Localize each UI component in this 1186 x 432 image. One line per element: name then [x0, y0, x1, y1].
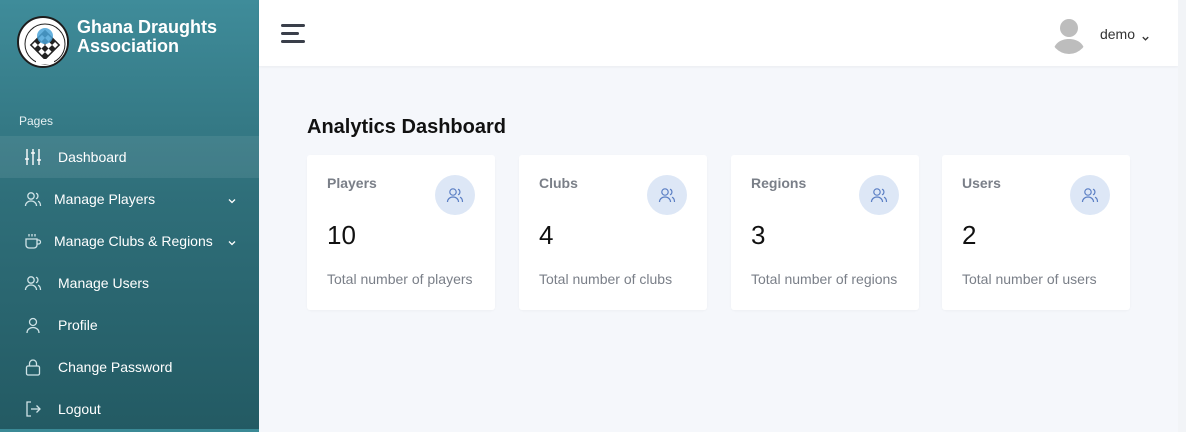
- user-name: demo: [1099, 26, 1135, 42]
- page-title-bold: Analytics: [307, 116, 396, 138]
- sidebar-item-label: Manage Clubs & Regions: [54, 233, 213, 249]
- sidebar-item-manage-users[interactable]: Manage Users: [0, 262, 259, 304]
- menu-toggle-icon[interactable]: [281, 24, 305, 44]
- brand[interactable]: Ghana Draughts Association: [17, 16, 217, 68]
- page-title-rest: Dashboard: [401, 116, 506, 138]
- brand-name-line2: Association: [77, 36, 180, 56]
- card-value: 3: [751, 220, 766, 250]
- sidebar-item-label: Manage Users: [58, 275, 150, 291]
- sidebar-item-label: Change Password: [58, 359, 173, 375]
- stat-card-regions: Regions 3 Total number of regions: [731, 155, 919, 310]
- card-title: Players: [327, 175, 377, 191]
- users-icon: [435, 175, 475, 215]
- card-value: 10: [327, 220, 356, 250]
- sidebar-item-manage-players[interactable]: Manage Players: [0, 178, 259, 220]
- card-description: Total number of users: [962, 271, 1097, 287]
- card-value: 2: [962, 220, 977, 250]
- card-title: Users: [962, 175, 1001, 191]
- sidebar-item-dashboard[interactable]: Dashboard: [0, 136, 259, 178]
- sidebar-item-label: Profile: [58, 317, 98, 333]
- stat-card-users: Users 2 Total number of users: [942, 155, 1130, 310]
- sidebar-item-profile[interactable]: Profile: [0, 304, 259, 346]
- chevron-down-icon: [227, 193, 237, 204]
- sidebar-item-label: Manage Players: [54, 191, 156, 207]
- association-logo: [17, 16, 69, 68]
- logout-icon: [24, 400, 42, 418]
- sidebar: Ghana Draughts Association Pages Dashboa…: [0, 0, 259, 432]
- sidebar-item-manage-clubs-regions[interactable]: Manage Clubs & Regions: [0, 220, 259, 262]
- users-icon: [859, 175, 899, 215]
- sidebar-item-label: Logout: [58, 401, 101, 417]
- sliders-icon: [24, 148, 42, 166]
- sidebar-nav: Dashboard Manage Players Manage Clubs & …: [0, 136, 259, 430]
- chevron-down-icon: [227, 235, 237, 246]
- card-title: Clubs: [539, 175, 578, 191]
- stat-card-clubs: Clubs 4 Total number of clubs: [519, 155, 707, 310]
- card-description: Total number of regions: [751, 271, 898, 287]
- card-title: Regions: [751, 175, 807, 191]
- section-label-pages: Pages: [19, 114, 54, 128]
- card-value: 4: [539, 220, 554, 250]
- users-icon: [24, 274, 42, 292]
- users-icon: [647, 175, 687, 215]
- scroll-gutter: [1178, 0, 1186, 432]
- page-title: Analytics Dashboard: [307, 116, 506, 139]
- users-icon: [24, 190, 42, 208]
- avatar: [1049, 14, 1088, 54]
- coffee-icon: [24, 232, 42, 250]
- card-description: Total number of players: [327, 271, 473, 287]
- user-menu[interactable]: demo: [1049, 14, 1150, 54]
- card-description: Total number of clubs: [539, 271, 673, 287]
- users-icon: [1070, 175, 1110, 215]
- lock-icon: [24, 358, 42, 376]
- chevron-down-icon: [1141, 30, 1150, 41]
- user-icon: [24, 316, 42, 334]
- top-header: demo: [259, 0, 1178, 66]
- sidebar-item-logout[interactable]: Logout: [0, 388, 259, 430]
- brand-name-line1: Ghana Draughts: [77, 17, 218, 37]
- sidebar-item-label: Dashboard: [58, 149, 127, 165]
- sidebar-item-change-password[interactable]: Change Password: [0, 346, 259, 388]
- stat-card-players: Players 10 Total number of players: [307, 155, 495, 310]
